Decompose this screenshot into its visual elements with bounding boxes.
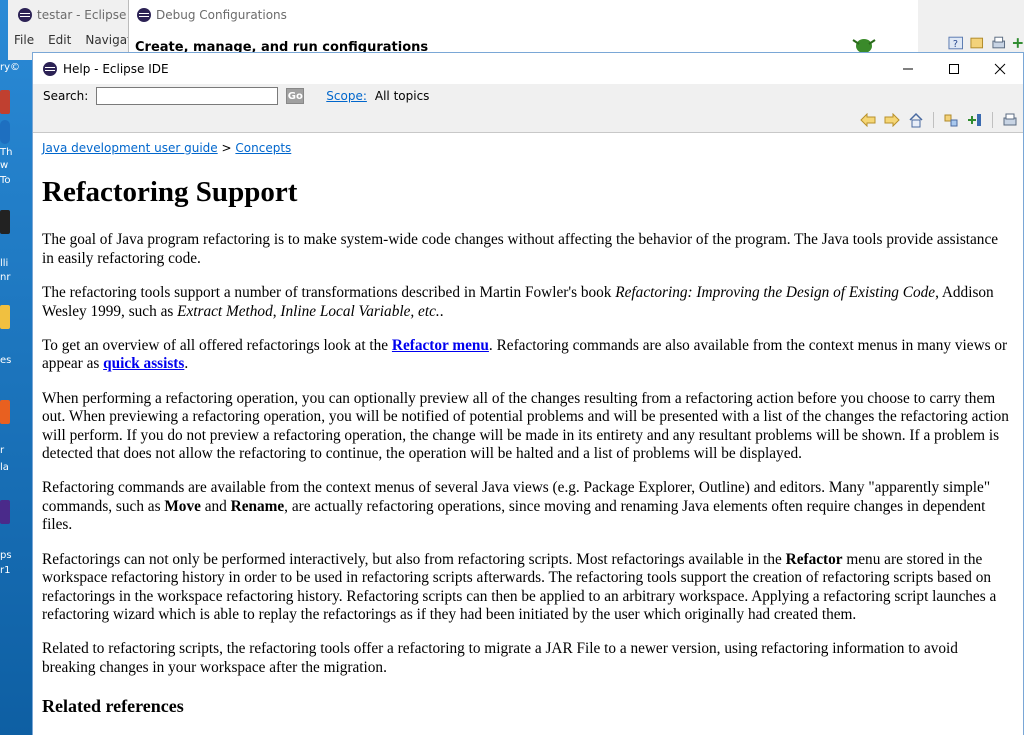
refactor-menu-link[interactable]: Refactor menu	[392, 337, 489, 354]
eclipse-logo-icon	[137, 8, 151, 22]
book-title: Refactoring: Improving the Design of Exi…	[615, 284, 936, 302]
eclipse-window-title: testar - Eclipse I	[18, 8, 134, 22]
example-term: Inline Local Variable, etc.	[280, 302, 440, 320]
help-window-title: Help - Eclipse IDE	[33, 61, 169, 76]
desktop-text: ry©	[0, 62, 21, 73]
paragraph-scripts: Refactorings can not only be performed i…	[42, 551, 1013, 625]
debug-configurations-window: Debug Configurations Create, manage, and…	[128, 0, 918, 60]
text: .	[439, 302, 444, 320]
desktop-icon[interactable]	[0, 500, 10, 524]
paragraph-transformations: The refactoring tools support a number o…	[42, 284, 1013, 321]
menu-navigate[interactable]: Navigat	[85, 33, 131, 47]
breadcrumb-link-concepts[interactable]: Concepts	[235, 141, 291, 155]
eclipse-main-window: testar - Eclipse I File Edit Navigat Deb…	[8, 0, 1024, 60]
desktop-text: la	[0, 462, 9, 473]
desktop-text: lli	[0, 258, 9, 269]
svg-text:?: ?	[953, 39, 958, 50]
scope-link[interactable]: Scope:	[326, 89, 367, 103]
desktop-text: r1	[0, 565, 11, 576]
text: Refactorings can not only be performed i…	[42, 550, 786, 568]
help-icon[interactable]: ?	[948, 35, 963, 51]
back-arrow-icon	[860, 113, 876, 127]
menu-name: Refactor	[785, 550, 843, 568]
example-term: Extract Method	[177, 302, 273, 320]
home-button[interactable]	[907, 112, 925, 128]
search-label: Search:	[43, 89, 89, 103]
print-icon[interactable]	[991, 35, 1006, 51]
forward-button[interactable]	[883, 112, 901, 128]
sync-toc-icon	[944, 114, 958, 127]
sync-toc-button[interactable]	[942, 112, 960, 128]
debug-title-text: Debug Configurations	[156, 8, 287, 22]
paragraph-commands: Refactoring commands are available from …	[42, 479, 1013, 534]
desktop-text: ps	[0, 550, 12, 561]
related-references-heading: Related references	[42, 696, 184, 717]
print-button[interactable]	[1001, 112, 1019, 128]
text: and	[200, 497, 231, 515]
desktop-icon[interactable]	[0, 305, 10, 329]
help-title-text: Help - Eclipse IDE	[63, 61, 169, 76]
eclipse-logo-icon	[43, 61, 57, 76]
home-icon	[909, 112, 923, 128]
desktop-text: w	[0, 160, 9, 171]
menu-file[interactable]: File	[14, 33, 34, 47]
paragraph-preview: When performing a refactoring operation,…	[42, 389, 1009, 463]
eclipse-menubar: File Edit Navigat	[14, 33, 132, 47]
sync-icon[interactable]	[969, 35, 984, 51]
maximize-button[interactable]	[931, 53, 977, 84]
paragraph-overview: To get an overview of all offered refact…	[42, 337, 1013, 374]
text: .	[184, 355, 189, 373]
desktop-icon[interactable]	[0, 210, 10, 234]
menu-edit[interactable]: Edit	[48, 33, 71, 47]
help-titlebar[interactable]: Help - Eclipse IDE	[33, 53, 1023, 84]
maximize-icon	[949, 63, 959, 74]
paragraph-migration: Related to refactoring scripts, the refa…	[42, 640, 958, 676]
add-icon[interactable]	[1012, 35, 1024, 51]
breadcrumb: Java development user guide > Concepts	[42, 139, 1013, 157]
desktop-text: To	[0, 175, 11, 186]
desktop-icon[interactable]	[0, 120, 10, 144]
desktop-text: es	[0, 355, 12, 366]
close-icon	[994, 63, 1006, 74]
help-toolbar	[33, 108, 1023, 133]
command-name: Rename	[230, 497, 285, 515]
desktop-text: Th	[0, 147, 13, 158]
breadcrumb-separator: >	[221, 141, 232, 155]
toolbar-icons	[859, 112, 1019, 128]
help-content: Java development user guide > Concepts R…	[33, 134, 1023, 735]
minimize-icon	[903, 68, 913, 69]
back-button[interactable]	[859, 112, 877, 128]
desktop-icon[interactable]	[0, 90, 10, 114]
text: The refactoring tools support a number o…	[42, 284, 616, 302]
desktop-text: nr	[0, 272, 11, 283]
forward-arrow-icon	[884, 113, 900, 127]
text: To get an overview of all offered refact…	[42, 337, 392, 355]
command-name: Move	[164, 497, 201, 515]
window-controls	[885, 53, 1023, 84]
search-bar: Search: Go Scope: All topics	[33, 84, 1023, 108]
search-input[interactable]	[96, 87, 279, 105]
close-button[interactable]	[977, 53, 1023, 84]
eclipse-logo-icon	[18, 8, 32, 22]
toolbar-separator	[992, 112, 993, 128]
desktop-background: ry© Th w To lli nr es r la ps r1	[0, 0, 32, 735]
paragraph-intro: The goal of Java program refactoring is …	[42, 231, 999, 267]
desktop-text: r	[0, 445, 5, 456]
scope-value: All topics	[374, 89, 430, 103]
page-title: Refactoring Support	[42, 176, 298, 209]
desktop-icon[interactable]	[0, 400, 10, 424]
breadcrumb-link-guide[interactable]: Java development user guide	[42, 141, 218, 155]
minimize-button[interactable]	[885, 53, 931, 84]
go-button[interactable]: Go	[286, 88, 305, 104]
bookmark-icon	[968, 114, 981, 126]
debug-bug-icon	[852, 39, 876, 53]
debug-window-title: Debug Configurations	[137, 8, 287, 22]
help-window: Help - Eclipse IDE Search: Go Scope: All…	[32, 52, 1024, 735]
bookmark-button[interactable]	[966, 112, 984, 128]
quick-assists-link[interactable]: quick assists	[103, 355, 184, 372]
print-icon	[1003, 113, 1017, 126]
eclipse-title-text: testar - Eclipse I	[37, 8, 134, 22]
toolbar-separator	[933, 112, 934, 128]
